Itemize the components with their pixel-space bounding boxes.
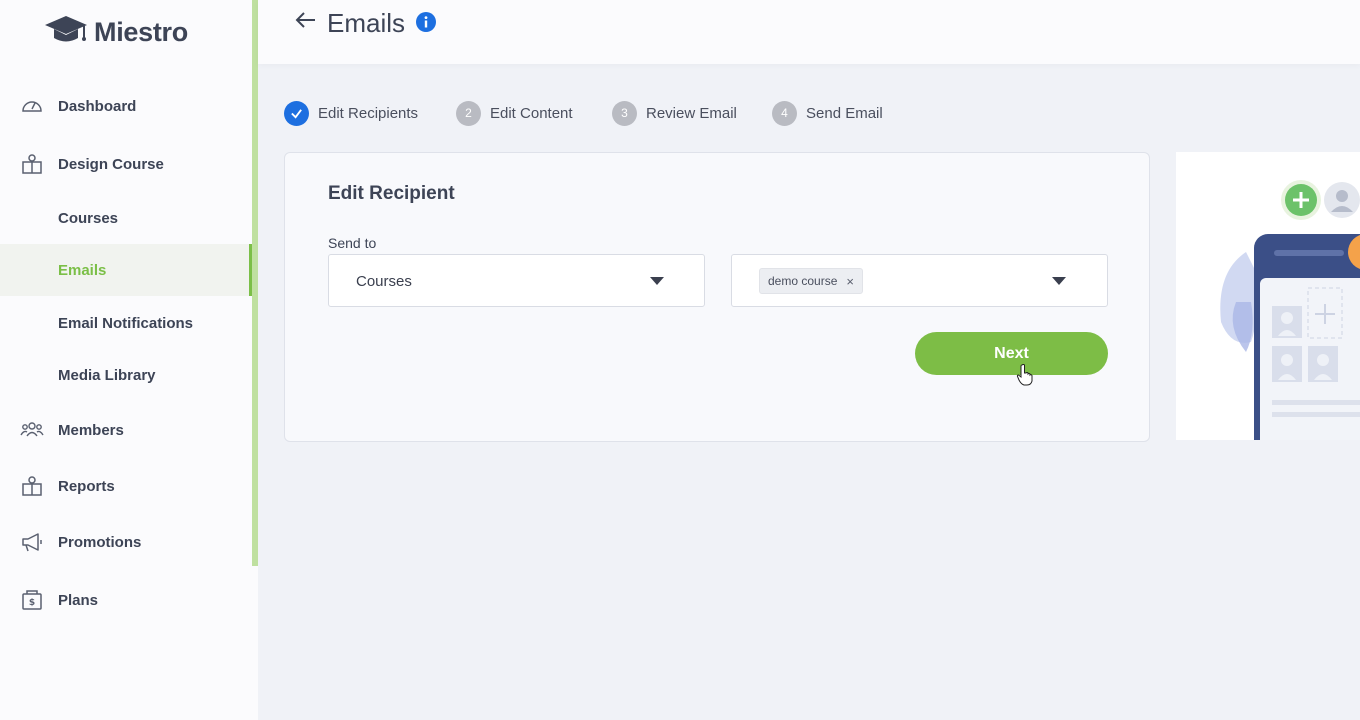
step-label: Edit Content (490, 104, 573, 122)
recipients-illustration (1220, 180, 1360, 440)
design-course-icon (22, 154, 42, 174)
sidebar-item-label: Plans (58, 591, 99, 609)
hand-cursor-icon (1016, 364, 1033, 386)
logo[interactable]: Miestro (44, 14, 188, 50)
sidebar-item-emails[interactable]: Emails (0, 244, 252, 296)
sidebar-item-email-notifications[interactable]: Email Notifications (0, 297, 252, 349)
send-to-value: Courses (356, 273, 412, 290)
page-title: Emails (327, 8, 406, 38)
step-review-email[interactable]: 3 Review Email (612, 100, 737, 126)
tag-remove-icon[interactable]: × (846, 274, 854, 289)
step-label: Review Email (646, 104, 737, 122)
page-header: Emails (258, 0, 1360, 64)
graduation-cap-icon (45, 16, 87, 42)
tag-label: demo course (768, 274, 838, 288)
svg-text:$: $ (29, 598, 35, 608)
step-label: Send Email (806, 104, 883, 122)
back-arrow-icon[interactable] (294, 8, 318, 32)
checkmark-icon (291, 108, 302, 119)
megaphone-icon (22, 533, 42, 552)
logo-text: Miestro (94, 16, 188, 47)
sidebar-item-label: Media Library (58, 366, 156, 384)
step-number: 3 (612, 100, 637, 126)
sidebar-item-label: Members (58, 421, 124, 439)
step-number: 2 (456, 100, 481, 126)
sidebar-item-courses[interactable]: Courses (0, 192, 252, 244)
sidebar: Miestro Dashboard Design Course Courses … (0, 0, 258, 720)
sidebar-item-plans[interactable]: $ Plans (0, 574, 252, 626)
step-edit-content[interactable]: 2 Edit Content (456, 100, 573, 126)
step-number: 4 (772, 100, 797, 126)
caret-down-icon (650, 277, 664, 285)
reports-icon (22, 476, 42, 496)
plans-icon: $ (22, 590, 42, 610)
sidebar-item-promotions[interactable]: Promotions (0, 516, 252, 568)
card-title: Edit Recipient (328, 183, 455, 204)
caret-down-icon (1052, 277, 1066, 285)
sidebar-item-label: Promotions (58, 533, 142, 551)
step-done-circle (284, 100, 309, 126)
sidebar-item-media-library[interactable]: Media Library (0, 349, 252, 401)
sidebar-scroll-accent (252, 0, 258, 566)
next-button[interactable]: Next (915, 332, 1108, 375)
sidebar-item-label: Courses (58, 209, 119, 227)
course-multiselect[interactable]: demo course × (731, 254, 1108, 307)
sidebar-item-label: Design Course (58, 155, 164, 173)
send-to-label: Send to (328, 235, 377, 251)
sidebar-item-label: Reports (58, 477, 115, 495)
sidebar-item-design-course[interactable]: Design Course (0, 138, 252, 190)
info-icon[interactable] (416, 12, 436, 32)
sidebar-item-label: Emails (58, 261, 107, 279)
sidebar-item-reports[interactable]: Reports (0, 460, 252, 512)
members-icon (20, 422, 44, 437)
sidebar-item-members[interactable]: Members (0, 404, 252, 456)
edit-recipient-card: Edit Recipient Send to Courses demo cour… (284, 152, 1150, 442)
selected-tag: demo course × (759, 268, 863, 294)
step-send-email[interactable]: 4 Send Email (772, 100, 883, 126)
sidebar-item-label: Dashboard (58, 97, 137, 115)
sidebar-item-label: Email Notifications (58, 314, 194, 332)
illustration-panel (1176, 152, 1360, 440)
step-label: Edit Recipients (318, 104, 419, 122)
step-edit-recipients[interactable]: Edit Recipients (284, 100, 418, 126)
sidebar-item-dashboard[interactable]: Dashboard (0, 80, 252, 132)
send-to-select[interactable]: Courses (328, 254, 705, 307)
dashboard-gauge-icon (22, 101, 42, 112)
